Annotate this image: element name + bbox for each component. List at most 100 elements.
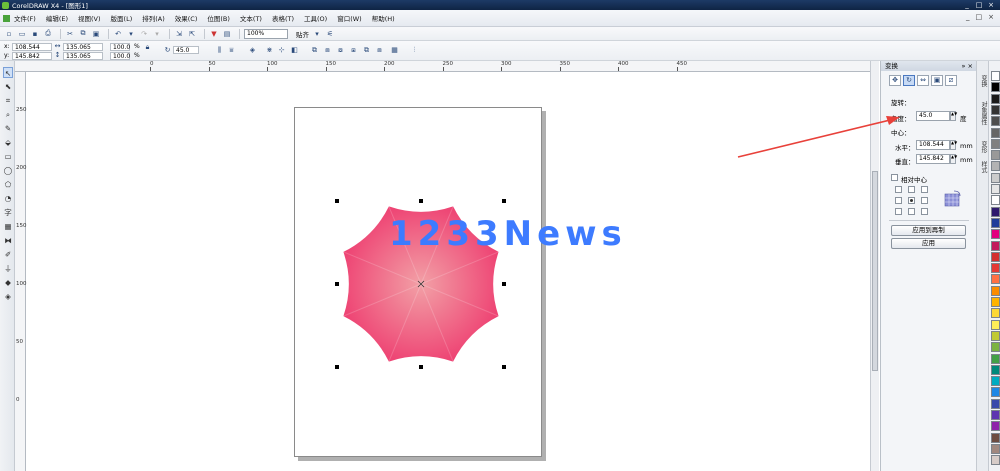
- size-tab-icon[interactable]: ▣: [931, 75, 943, 86]
- ungroup-icon[interactable]: ⋇: [265, 46, 274, 55]
- x-position-input[interactable]: 108.544 mm: [12, 43, 52, 59]
- angle-spinner[interactable]: ▲▼: [950, 111, 957, 121]
- side-tab-transform[interactable]: 变换: [979, 75, 988, 87]
- vertical-ruler[interactable]: 0 50 100 150 200 250: [15, 72, 27, 471]
- import-icon[interactable]: ⇲: [174, 29, 184, 39]
- anchor-middle-left[interactable]: [895, 197, 902, 204]
- color-swatch[interactable]: [991, 387, 1000, 398]
- selection-handle[interactable]: [335, 199, 339, 203]
- color-swatch[interactable]: [991, 455, 1000, 466]
- options-icon[interactable]: ⚟: [325, 29, 335, 39]
- rotation-angle-input[interactable]: 45.0: [173, 46, 199, 54]
- anchor-bottom-left[interactable]: [895, 208, 902, 215]
- menu-help[interactable]: 帮助(H): [372, 13, 395, 23]
- skew-tab-icon[interactable]: ⧄: [945, 75, 957, 86]
- color-swatch[interactable]: [991, 82, 1000, 93]
- color-swatch[interactable]: [991, 93, 1000, 104]
- menu-text[interactable]: 文本(T): [240, 13, 262, 23]
- zoom-level-select[interactable]: 100%: [244, 28, 288, 39]
- print-icon[interactable]: ⎙: [43, 29, 53, 39]
- height-input[interactable]: 135.065 mm: [63, 52, 103, 68]
- color-swatch[interactable]: [991, 263, 1000, 274]
- weld-icon[interactable]: ⧉: [310, 46, 319, 55]
- color-swatch[interactable]: [991, 206, 1000, 217]
- scale-mirror-tab-icon[interactable]: ⇔: [917, 75, 929, 86]
- angle-input[interactable]: 45.0: [916, 111, 950, 121]
- relative-center-checkbox[interactable]: [891, 174, 898, 181]
- color-swatch[interactable]: [991, 421, 1000, 432]
- color-swatch[interactable]: [991, 297, 1000, 307]
- maximize-button[interactable]: □: [974, 1, 984, 9]
- menu-table[interactable]: 表格(T): [272, 13, 294, 23]
- fill-tool-icon[interactable]: ◆: [3, 277, 13, 288]
- interactive-blend-tool-icon[interactable]: ⧓: [3, 235, 13, 246]
- drawing-canvas[interactable]: 1233News: [27, 72, 870, 471]
- color-swatch[interactable]: [991, 353, 1000, 364]
- snap-to-dropdown[interactable]: 贴齐: [296, 29, 309, 39]
- apply-to-duplicate-button[interactable]: 应用到再制: [891, 225, 966, 236]
- new-icon[interactable]: ▫: [4, 29, 14, 39]
- mirror-horizontal-icon[interactable]: ⫼: [215, 46, 224, 55]
- selection-handle[interactable]: [502, 282, 506, 286]
- minimize-button[interactable]: _: [962, 1, 972, 9]
- trim-icon[interactable]: ⧈: [323, 46, 332, 55]
- selection-handle[interactable]: [335, 282, 339, 286]
- vertical-scrollbar[interactable]: [870, 61, 879, 471]
- color-swatch[interactable]: [991, 342, 1000, 353]
- rectangle-tool-icon[interactable]: ▭: [3, 151, 13, 162]
- basic-shapes-tool-icon[interactable]: ◔: [3, 193, 13, 204]
- lock-ratio-icon[interactable]: 🔒︎: [143, 43, 152, 52]
- anchor-bottom-center[interactable]: [908, 208, 915, 215]
- simplify-icon[interactable]: ⧆: [349, 46, 358, 55]
- color-swatch[interactable]: [991, 229, 1000, 240]
- open-icon[interactable]: ▭: [17, 29, 27, 39]
- scale-x-input[interactable]: 100.0: [110, 43, 130, 51]
- menu-tools[interactable]: 工具(O): [304, 13, 327, 23]
- side-tab-styles[interactable]: 样式: [979, 161, 988, 173]
- color-swatch[interactable]: [991, 71, 1000, 81]
- table-tool-icon[interactable]: ▦: [3, 221, 13, 232]
- color-swatch[interactable]: [991, 240, 1000, 251]
- document-icon[interactable]: [3, 14, 10, 22]
- menu-effects[interactable]: 效果(C): [175, 13, 198, 23]
- menu-edit[interactable]: 编辑(E): [46, 13, 68, 23]
- docker-close-icon[interactable]: » ×: [962, 61, 974, 71]
- save-icon[interactable]: ▪: [30, 29, 40, 39]
- undo-dropdown-icon[interactable]: ▾: [126, 29, 136, 39]
- color-swatch[interactable]: [991, 127, 1000, 138]
- crop-tool-icon[interactable]: ⌗: [3, 95, 13, 106]
- redo-dropdown-icon[interactable]: ▾: [152, 29, 162, 39]
- smart-fill-tool-icon[interactable]: ⬙: [3, 137, 13, 148]
- undo-icon[interactable]: ↶: [113, 29, 123, 39]
- color-swatch[interactable]: [991, 217, 1000, 228]
- menu-file[interactable]: 文件(F): [14, 13, 36, 23]
- color-swatch[interactable]: [991, 104, 1000, 115]
- width-input[interactable]: 135.065 mm: [63, 43, 103, 59]
- color-swatch[interactable]: [991, 308, 1000, 319]
- selection-handle[interactable]: [335, 365, 339, 369]
- doc-restore-button[interactable]: □: [976, 13, 983, 21]
- color-swatch[interactable]: [991, 319, 1000, 330]
- color-swatch[interactable]: [991, 138, 1000, 149]
- center-y-input[interactable]: 145.842: [916, 154, 950, 164]
- anchor-top-left[interactable]: [895, 186, 902, 193]
- color-swatch[interactable]: [991, 443, 1000, 454]
- anchor-top-center[interactable]: [908, 186, 915, 193]
- freehand-tool-icon[interactable]: ✎: [3, 123, 13, 134]
- color-swatch[interactable]: [991, 432, 1000, 443]
- menu-view[interactable]: 视图(V): [78, 13, 101, 23]
- color-swatch[interactable]: [991, 150, 1000, 161]
- selection-handle[interactable]: [502, 199, 506, 203]
- color-swatch[interactable]: [991, 398, 1000, 409]
- color-swatch[interactable]: [991, 195, 1000, 206]
- zoom-tool-icon[interactable]: ⌕: [3, 109, 13, 120]
- align-distribute-icon[interactable]: ⫶: [410, 46, 419, 55]
- ungroup-all-icon[interactable]: ⊹: [277, 46, 286, 55]
- color-swatch[interactable]: [991, 330, 1000, 341]
- application-launcher-icon[interactable]: ▼: [209, 29, 219, 39]
- intersect-icon[interactable]: ⧇: [336, 46, 345, 55]
- snap-dropdown-icon[interactable]: ▾: [312, 29, 322, 39]
- scrollbar-thumb[interactable]: [872, 171, 878, 371]
- mirror-vertical-icon[interactable]: ⩸: [227, 46, 236, 55]
- menu-layout[interactable]: 版面(L): [111, 13, 133, 23]
